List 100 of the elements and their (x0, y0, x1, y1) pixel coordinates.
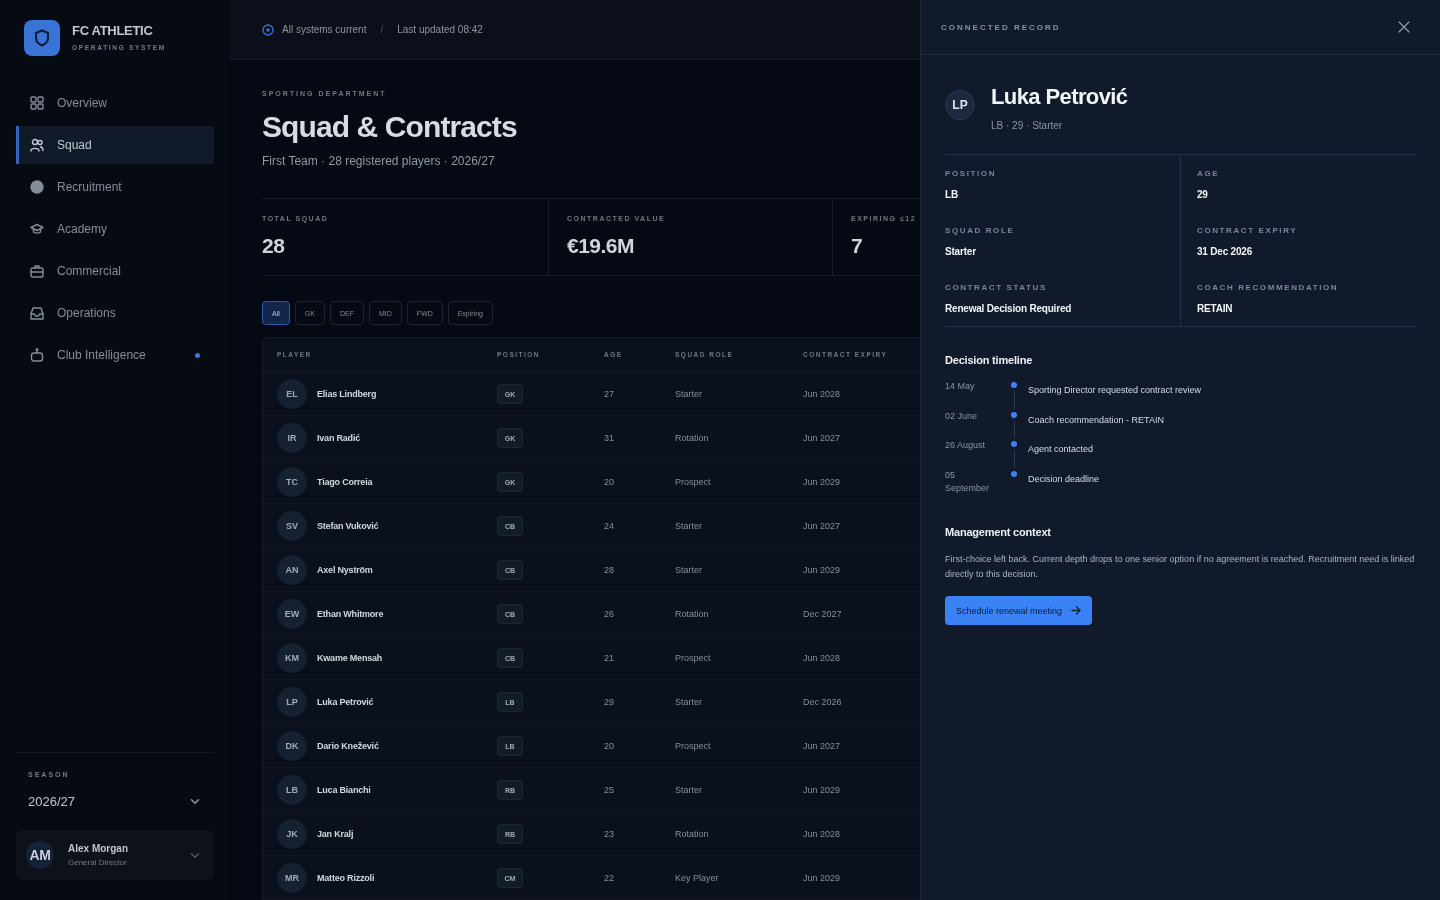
player-avatar: TC (277, 466, 307, 497)
timeline-date: 05 September (945, 468, 991, 495)
contract-expiry-text: Jun 2028 (803, 828, 841, 839)
field-value: RETAIN (1197, 302, 1233, 315)
status-icon (262, 23, 274, 36)
field-value: LB (945, 188, 958, 201)
shield-logo-icon (24, 20, 60, 56)
squad-role-text: Prospect (675, 476, 711, 487)
kpi-value: 28 (262, 234, 286, 258)
user-name: Alex Morgan (68, 843, 129, 854)
user-card[interactable]: AM Alex Morgan General Director (16, 830, 214, 880)
player-avatar: KM (277, 642, 307, 673)
age-text: 24 (604, 520, 614, 531)
player-avatar: LP (945, 90, 975, 120)
timeline-event: Coach recommendation - RETAIN (1028, 414, 1164, 425)
section-heading: Decision timeline (945, 353, 1033, 367)
player-name: Dario Knežević (317, 740, 379, 751)
field-label: POSITION (945, 169, 997, 179)
age-text: 27 (604, 388, 614, 399)
drawer-eyebrow: CONNECTED RECORD (941, 22, 1061, 32)
close-icon (1398, 21, 1410, 33)
player-name: Axel Nyström (317, 564, 373, 575)
people-icon (30, 138, 44, 152)
player-name: Luka Petrović (991, 85, 1128, 109)
contract-expiry-text: Jun 2027 (803, 520, 841, 531)
page-subtitle: First Team · 28 registered players · 2026/27 (262, 153, 496, 169)
squad-role-text: Starter (675, 564, 702, 575)
player-name: Jan Kralj (317, 828, 354, 839)
contract-expiry-text: Dec 2026 (803, 696, 842, 707)
chevron-down-icon (190, 851, 200, 859)
inbox-icon (30, 306, 44, 320)
user-avatar: AM (26, 841, 54, 869)
player-avatar: SV (277, 510, 307, 541)
contract-expiry-text: Jun 2027 (803, 432, 841, 443)
kpi-value: 7 (851, 234, 864, 258)
player-name: Kwame Mensah (317, 652, 383, 663)
contract-expiry-text: Jun 2027 (803, 740, 841, 751)
squad-role-text: Rotation (675, 828, 709, 839)
field-label: CONTRACT STATUS (945, 283, 1047, 293)
field-label: AGE (1197, 169, 1220, 179)
contract-expiry-text: Jun 2029 (803, 476, 841, 487)
contract-expiry-text: Dec 2027 (803, 608, 842, 619)
player-name: Luka Petrović (317, 696, 374, 707)
player-avatar: LP (277, 686, 307, 717)
close-button[interactable] (1398, 21, 1410, 33)
player-name: Elias Lindberg (317, 388, 377, 399)
last-updated-text: Last updated 08:42 (397, 24, 483, 35)
squad-role-text: Rotation (675, 432, 709, 443)
nav-item[interactable]: Operations (16, 294, 214, 332)
season-select[interactable]: 2026/27 (16, 789, 214, 813)
timeline-dot-icon (1011, 411, 1017, 418)
player-avatar: DK (277, 730, 307, 761)
player-name: Luca Bianchi (317, 784, 371, 795)
field-value: Starter (945, 245, 976, 258)
section-heading: Management context (945, 525, 1051, 539)
contract-expiry-text: Jun 2029 (803, 784, 841, 795)
timeline-date: 14 May (945, 380, 976, 393)
player-avatar: JK (277, 818, 307, 849)
contract-expiry-text: Jun 2028 (803, 388, 841, 399)
field-value: 29 (1197, 188, 1208, 201)
grid-icon (30, 96, 44, 110)
circle-icon (30, 180, 44, 194)
user-role: General Director (68, 858, 128, 867)
field-label: COACH RECOMMENDATION (1197, 283, 1339, 293)
squad-role-text: Starter (675, 520, 702, 531)
nav-item[interactable]: Commercial (16, 252, 214, 290)
field-value: Renewal Decision Required (945, 302, 1072, 315)
mortarboard-icon (30, 222, 44, 236)
chevron-down-icon (190, 797, 200, 805)
timeline-dot-icon (1011, 470, 1017, 477)
squad-role-text: Prospect (675, 740, 711, 751)
schedule-button[interactable]: Schedule renewal meeting (945, 596, 1093, 625)
field-value: 31 Dec 2026 (1197, 245, 1253, 258)
timeline-event: Decision deadline (1028, 473, 1100, 484)
nav-item[interactable]: Academy (16, 210, 214, 248)
player-name: Tiago Correia (317, 476, 373, 487)
player-name: Matteo Rizzoli (317, 872, 375, 883)
field-label: CONTRACT EXPIRY (1197, 226, 1298, 236)
age-text: 20 (604, 476, 614, 487)
age-text: 25 (604, 784, 614, 795)
age-text: 23 (604, 828, 614, 839)
briefcase-icon (30, 264, 44, 278)
nav-item[interactable]: Recruitment (16, 168, 214, 206)
nav-item[interactable]: Squad (16, 126, 214, 164)
field-label: SQUAD ROLE (945, 226, 1015, 236)
bot-icon (30, 348, 44, 362)
arrow-right-icon (1071, 606, 1082, 615)
separator-text: / (380, 24, 384, 35)
squad-role-text: Prospect (675, 652, 711, 663)
player-avatar: AN (277, 554, 307, 585)
player-avatar: IR (277, 422, 307, 453)
age-text: 31 (604, 432, 614, 443)
player-meta: LB · 29 · Starter (991, 120, 1063, 132)
age-text: 21 (604, 652, 614, 663)
nav-item[interactable]: Overview (16, 84, 214, 122)
contract-expiry-text: Jun 2029 (803, 564, 841, 575)
age-text: 29 (604, 696, 614, 707)
nav-item[interactable]: Club Intelligence (16, 336, 214, 374)
status-text: All systems current (282, 24, 367, 35)
player-avatar: MR (277, 862, 307, 893)
